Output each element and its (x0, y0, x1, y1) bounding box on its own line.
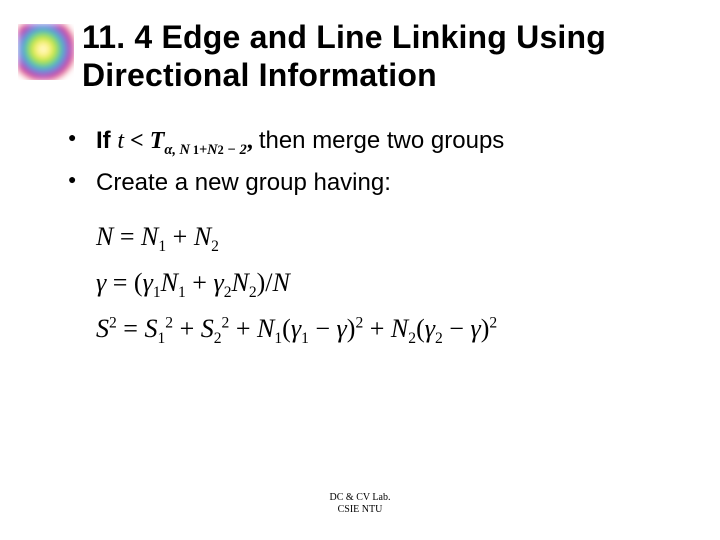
f1-N2: N (194, 222, 211, 251)
b1-prefix: If (96, 127, 117, 154)
footer: DC & CV Lab. CSIE NTU (0, 492, 720, 516)
f2-g1: γ (143, 268, 153, 297)
footer-line-2: CSIE NTU (0, 504, 720, 516)
formula-1: N = N1 + N2 (96, 215, 680, 261)
b1-comma: , (172, 142, 179, 158)
formula-block: N = N1 + N2 γ = (γ1N1 + γ2N2)/N S2 = S12… (96, 215, 680, 352)
f2-n2: 2 (249, 284, 257, 301)
b1-T: T (150, 128, 165, 154)
f2-g2: γ (213, 268, 223, 297)
b1-plus: + (199, 142, 207, 158)
f3-s1: 1 (157, 330, 165, 347)
f3-ge: γ (470, 314, 480, 343)
f3-2b: 2 (165, 314, 173, 331)
bullet-1: If t < Tα, N 1+N2 − 2, then merge two gr… (68, 123, 680, 161)
f1-N1: N (141, 222, 158, 251)
f3-S: S (96, 314, 109, 343)
f3-n2: 2 (408, 330, 416, 347)
f3-o2: ( (416, 314, 425, 343)
f3-m1: − (309, 314, 337, 343)
f3-n1: 1 (274, 330, 282, 347)
f3-N2: N (391, 314, 408, 343)
f3-2a: 2 (109, 314, 117, 331)
b1-lt: < (124, 128, 150, 154)
f3-N1: N (257, 314, 274, 343)
formula-3: S2 = S12 + S22 + N1(γ1 − γ)2 + N2(γ2 − γ… (96, 307, 680, 353)
f3-eq: = (117, 314, 145, 343)
f3-o1: ( (282, 314, 291, 343)
b1-m2: − 2 (224, 142, 247, 158)
f2-eq: = ( (106, 268, 142, 297)
f1-1: 1 (158, 238, 166, 255)
f3-p1: + (173, 314, 201, 343)
bullet-list: If t < Tα, N 1+N2 − 2, then merge two gr… (68, 123, 680, 201)
b1-suffix: then merge two groups (259, 127, 504, 154)
f3-p2: + (229, 314, 257, 343)
footer-line-1: DC & CV Lab. (0, 492, 720, 504)
f2-plus: + (186, 268, 214, 297)
slide-body: If t < Tα, N 1+N2 − 2, then merge two gr… (0, 95, 720, 352)
f3-m2: − (443, 314, 471, 343)
f3-S2: S (201, 314, 214, 343)
b1-N1: N (180, 142, 190, 158)
f3-2e: 2 (489, 314, 497, 331)
f2-N1: N (161, 268, 178, 297)
f3-S1: S (144, 314, 157, 343)
f2-g: γ (96, 268, 106, 297)
b1-t: t (117, 128, 124, 154)
logo-icon (18, 24, 74, 80)
f2-close: )/ (257, 268, 273, 297)
bullet-2: Create a new group having: (68, 165, 680, 201)
f3-s2: 2 (214, 330, 222, 347)
f1-2: 2 (211, 238, 219, 255)
f3-p3: + (363, 314, 391, 343)
slide-title: 11. 4 Edge and Line Linking Using Direct… (82, 18, 702, 95)
formula-2: γ = (γ1N1 + γ2N2)/N (96, 261, 680, 307)
f2-N2: N (231, 268, 248, 297)
slide: 11. 4 Edge and Line Linking Using Direct… (0, 0, 720, 540)
f3-gs1: 1 (301, 330, 309, 347)
f3-g: γ (337, 314, 347, 343)
f1-eq: = (113, 222, 141, 251)
f3-g2: γ (425, 314, 435, 343)
b1-N2: N (207, 142, 217, 158)
f2-n1: 1 (178, 284, 186, 301)
f3-g1: γ (291, 314, 301, 343)
f2-Nend: N (273, 268, 290, 297)
title-row: 11. 4 Edge and Line Linking Using Direct… (0, 0, 720, 95)
f3-gs2: 2 (435, 330, 443, 347)
f1-N: N (96, 222, 113, 251)
f2-s1: 1 (153, 284, 161, 301)
f1-plus: + (166, 222, 194, 251)
